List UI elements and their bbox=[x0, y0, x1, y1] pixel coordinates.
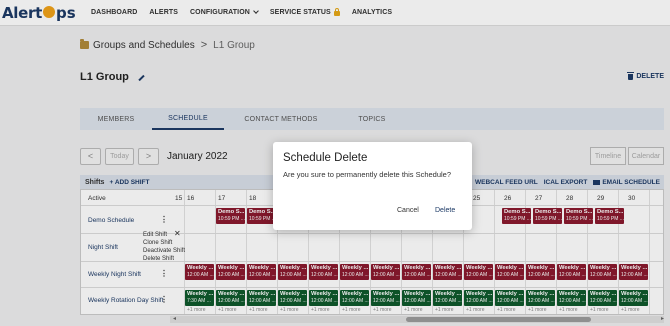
confirm-delete-button[interactable]: Delete bbox=[435, 207, 455, 214]
dialog-title: Schedule Delete bbox=[283, 152, 368, 164]
dialog-message: Are you sure to permanently delete this … bbox=[283, 170, 452, 179]
schedule-delete-dialog: Schedule Delete Are you sure to permanen… bbox=[273, 142, 472, 230]
cancel-button[interactable]: Cancel bbox=[397, 207, 419, 214]
